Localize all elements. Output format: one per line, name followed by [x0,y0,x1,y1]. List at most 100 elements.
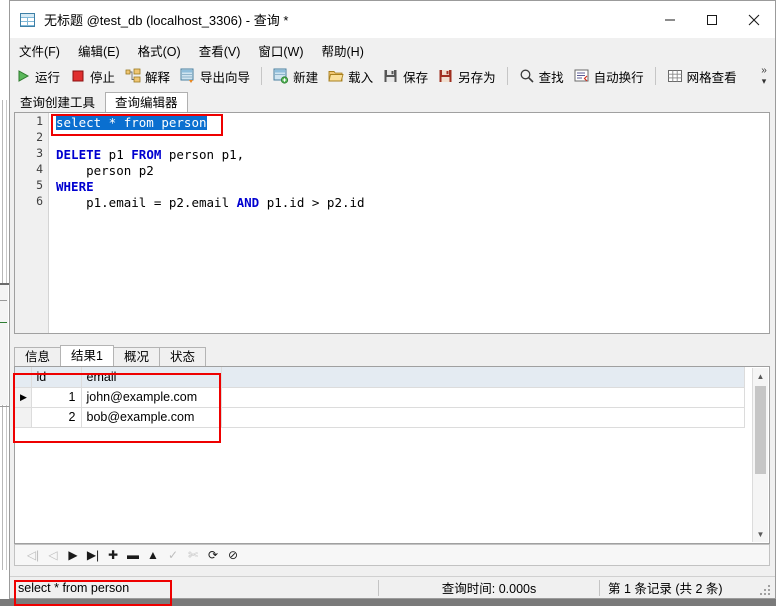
grid-view-label: 网格查看 [686,70,737,85]
table-header-row: id email [15,367,745,388]
menu-help[interactable]: 帮助(H) [313,39,373,62]
save-as-disk-icon [438,68,454,84]
add-record-button[interactable]: ✚ [103,546,123,564]
column-header-id[interactable]: id [31,367,82,388]
stop-query-button[interactable]: ⊘ [223,546,243,564]
line-number: 3 [36,146,43,160]
code-line-1[interactable]: select * from person [50,115,769,131]
selected-statement[interactable]: select * from person [56,115,207,130]
result-tab-profile[interactable]: 概况 [112,347,160,366]
toolbar-separator-2 [506,67,508,85]
word-wrap-label: 自动换行 [593,70,644,85]
menu-format[interactable]: 格式(O) [129,39,190,62]
menu-bar: 文件(F) 编辑(E) 格式(O) 查看(V) 窗口(W) 帮助(H) [10,38,775,63]
menu-file[interactable]: 文件(F) [10,39,69,62]
apply-record-button[interactable]: ▲ [143,546,163,564]
background-line-1 [0,300,7,301]
sql-keyword: WHERE [56,179,94,194]
scrollbar-thumb[interactable] [755,386,766,474]
column-header-filler [221,367,745,388]
save-as-button[interactable]: 另存为 [433,64,501,88]
grid-vertical-scrollbar[interactable]: ▲ ▼ [752,368,768,542]
export-wizard-button[interactable]: 导出向导 [175,64,255,88]
chevron-down-icon: ▾ [761,76,767,86]
grid-view-button[interactable]: 网格查看 [662,64,742,88]
current-row-triangle-icon: ▶ [20,392,27,402]
word-wrap-button[interactable]: 自动换行 [569,64,649,88]
line-number-gutter: 1 2 3 4 5 6 [15,113,49,333]
load-button[interactable]: 载入 [323,64,378,88]
scroll-up-arrow-icon[interactable]: ▲ [753,368,768,384]
status-record-info: 第 1 条记录 (共 2 条) [608,582,723,596]
previous-record-button[interactable]: ◁ [43,546,63,564]
sql-editor[interactable]: 1 2 3 4 5 6 select * from person DELETE … [14,112,770,334]
line-number: 4 [36,162,43,176]
save-as-label: 另存为 [458,70,496,85]
cell-id[interactable]: 2 [31,407,82,428]
toolbar-separator-3 [654,67,656,85]
next-record-button[interactable]: ▶ [63,546,83,564]
tab-query-builder[interactable]: 查询创建工具 [10,92,105,112]
explain-button[interactable]: 解释 [120,64,175,88]
menu-window[interactable]: 窗口(W) [249,39,312,62]
code-line-3[interactable]: DELETE p1 FROM person p1, [50,147,769,163]
line-number: 6 [36,194,43,208]
code-line-6[interactable]: p1.email = p2.email AND p1.id > p2.id [50,195,769,211]
menu-view[interactable]: 查看(V) [190,39,250,62]
stop-button[interactable]: 停止 [65,64,120,88]
code-line-2[interactable] [50,131,769,147]
sql-text: p1.id > p2.id [259,195,365,210]
result-grid[interactable]: id email ▶ 1 john@example.com 2 bob@exam… [14,366,770,544]
status-query-text: select * from person [18,580,130,595]
result-tab-status[interactable]: 状态 [158,347,206,366]
table-row[interactable]: ▶ 1 john@example.com [15,387,745,408]
cell-email[interactable]: bob@example.com [81,407,222,428]
folder-open-icon [328,68,344,84]
load-label: 载入 [348,70,374,85]
scroll-down-arrow-icon[interactable]: ▼ [753,526,768,542]
resize-grip-icon[interactable] [758,581,772,595]
sql-text: person p1, [161,147,245,162]
maximize-button[interactable] [691,1,733,38]
first-record-button[interactable]: ◁| [23,546,43,564]
grid-view-icon [667,68,683,84]
code-line-5[interactable]: WHERE [50,179,769,195]
result-tab-result1[interactable]: 结果1 [60,345,114,366]
status-bar: select * from person 查询时间: 0.000s 第 1 条记… [10,576,775,598]
run-button[interactable]: 运行 [10,64,65,88]
close-button[interactable] [733,1,775,38]
save-button[interactable]: 保存 [378,64,433,88]
sql-keyword: FROM [131,147,162,162]
sql-keyword: AND [236,195,260,210]
table-row[interactable]: 2 bob@example.com [15,407,745,428]
export-wizard-label: 导出向导 [200,70,251,85]
chevron-double-right-icon: » [761,65,767,76]
find-button[interactable]: 查找 [514,64,569,88]
background-panel-2 [0,285,8,405]
refresh-button[interactable]: ⟳ [203,546,223,564]
cell-email[interactable]: john@example.com [81,387,222,408]
save-disk-icon [383,68,399,84]
cancel-edit-button[interactable]: ✄ [183,546,203,564]
stop-label: 停止 [90,70,116,85]
results-tab-strip: 信息 结果1 概况 状态 [14,345,770,366]
minimize-button[interactable] [649,1,691,38]
sql-code-area[interactable]: select * from person DELETE p1 FROM pers… [50,113,769,333]
editor-tab-strip: 查询创建工具 查询编辑器 [10,90,775,113]
tab-query-editor[interactable]: 查询编辑器 [105,92,188,113]
delete-record-button[interactable]: ▬ [123,546,143,564]
line-number: 5 [36,178,43,192]
new-button[interactable]: 新建 [268,64,323,88]
result-table: id email ▶ 1 john@example.com 2 bob@exam… [15,367,745,428]
last-record-button[interactable]: ▶| [83,546,103,564]
cell-id[interactable]: 1 [31,387,82,408]
confirm-record-button[interactable]: ✓ [163,546,183,564]
result-tab-message[interactable]: 信息 [14,347,62,366]
toolbar-overflow-button[interactable]: » ▾ [753,62,775,90]
row-current-marker [15,407,32,428]
column-header-email[interactable]: email [81,367,222,388]
sql-keyword: DELETE [56,147,102,162]
menu-edit[interactable]: 编辑(E) [69,39,129,62]
sql-text: p1 [101,147,132,162]
code-line-4[interactable]: person p2 [50,163,769,179]
